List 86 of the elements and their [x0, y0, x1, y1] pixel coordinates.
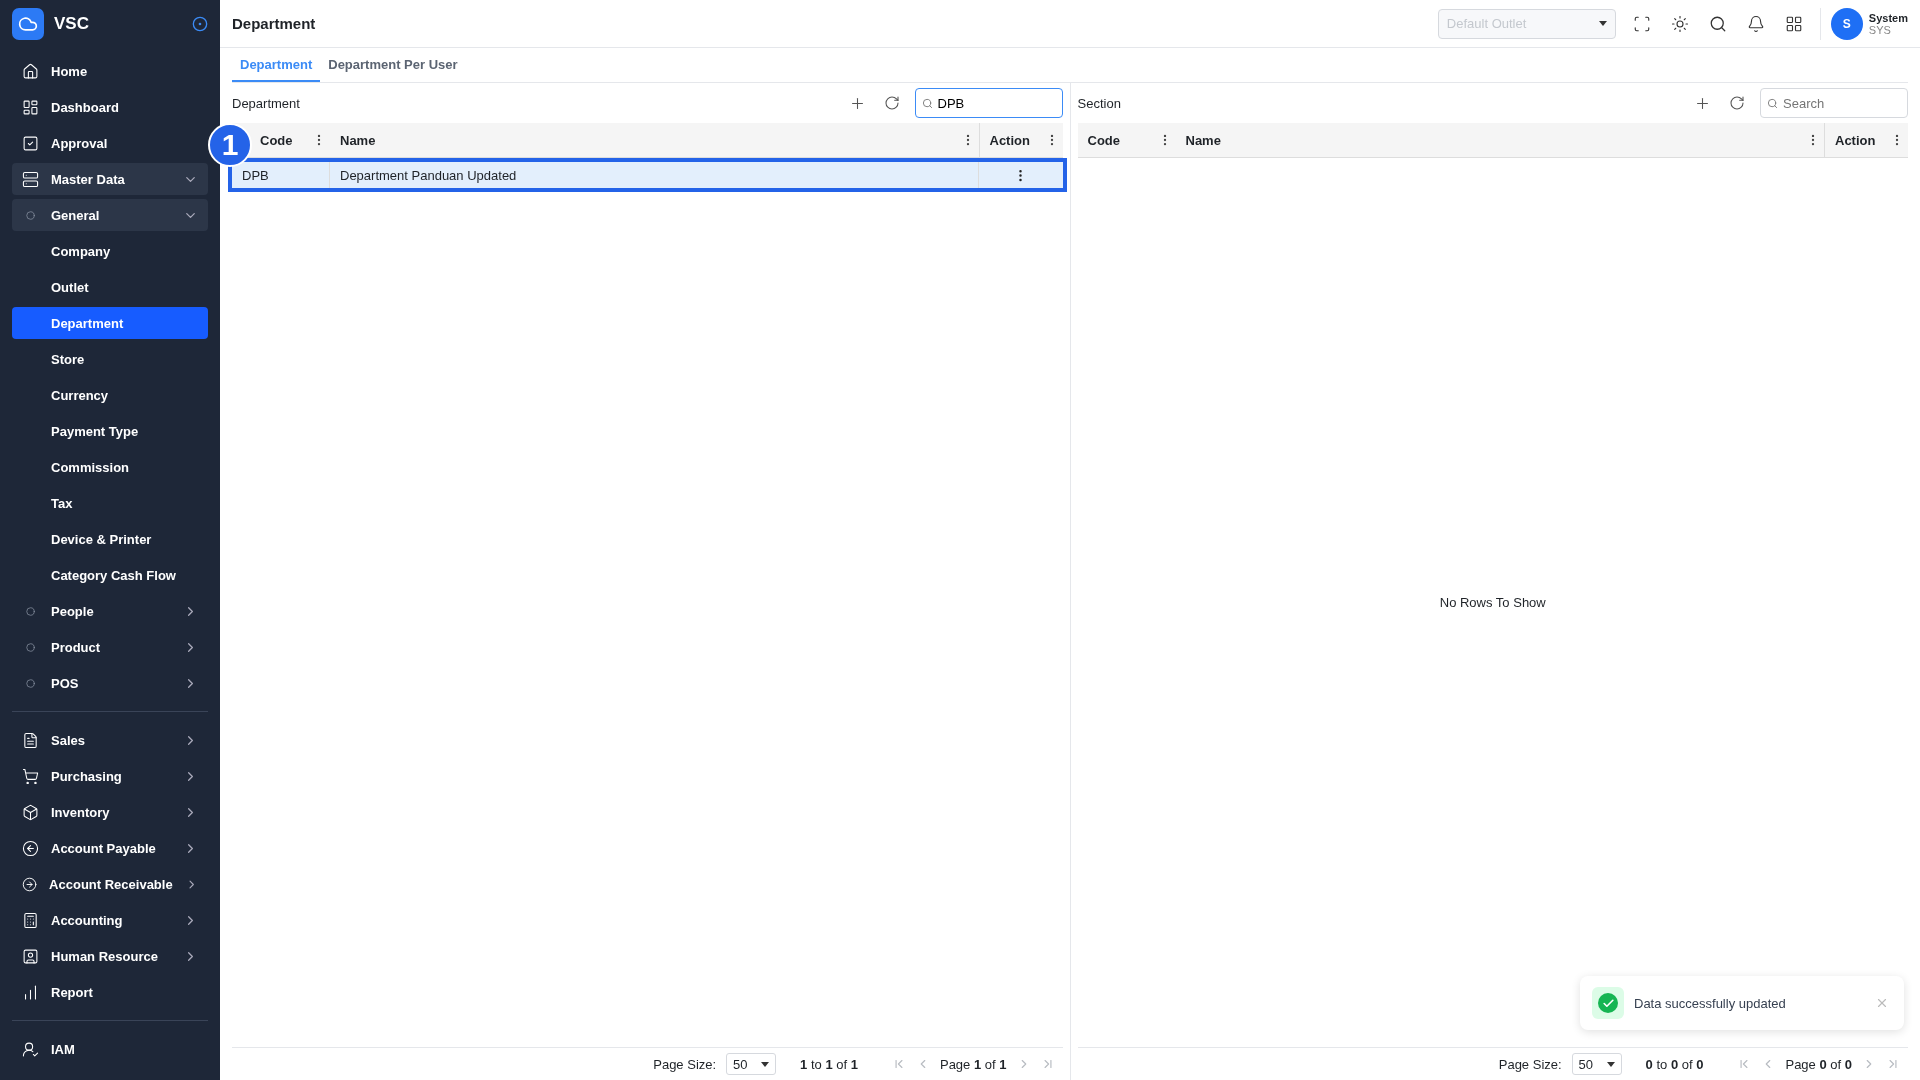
- user-avatar[interactable]: S: [1830, 7, 1863, 40]
- bell-icon: [1746, 14, 1765, 33]
- toast-message: Data successfully updated: [1634, 995, 1787, 1011]
- grid-icon: [1784, 14, 1803, 33]
- circle-icon: [26, 642, 35, 652]
- server-icon: [22, 170, 39, 188]
- user-code: SYS: [1868, 23, 1891, 36]
- column-header[interactable]: Name: [330, 123, 979, 157]
- circle-icon: [26, 678, 35, 688]
- sidebar-item[interactable]: Currency: [12, 379, 208, 411]
- page-indicator: Page 0 of 0: [1785, 1056, 1852, 1072]
- sidebar-item[interactable]: Department: [12, 307, 208, 339]
- sidebar-item[interactable]: Device & Printer: [12, 523, 208, 555]
- sidebar-item[interactable]: POS: [12, 667, 208, 699]
- sidebar-item[interactable]: Report: [12, 976, 208, 1008]
- caret-icon: [1606, 1061, 1615, 1067]
- user-name: System: [1868, 11, 1908, 24]
- panel-title: Section: [1077, 95, 1122, 111]
- sidebar-item[interactable]: Sales: [12, 724, 208, 756]
- sidebar-item[interactable]: Accounting: [12, 904, 208, 936]
- search-icon: [1767, 98, 1778, 109]
- sidebar-item[interactable]: Category Cash Flow: [12, 559, 208, 591]
- sidebar-item[interactable]: People: [12, 595, 208, 627]
- sidebar-item[interactable]: Tax: [12, 487, 208, 519]
- sidebar-item[interactable]: IAM: [12, 1033, 208, 1065]
- page-indicator: Page 1 of 1: [939, 1056, 1007, 1072]
- table-cell: Department Panduan Updated: [330, 162, 979, 188]
- sidebar-item[interactable]: Account Receivable: [12, 868, 208, 900]
- search-icon: [1708, 14, 1727, 33]
- page-size-select[interactable]: 50: [1571, 1053, 1622, 1075]
- sidebar-item[interactable]: Human Resource: [12, 940, 208, 972]
- sidebar-item[interactable]: Commission: [12, 451, 208, 483]
- sun-icon: [1670, 14, 1689, 33]
- panel-title: Department: [232, 95, 301, 111]
- sidebar-item[interactable]: Store: [12, 343, 208, 375]
- sidebar-item[interactable]: Dashboard: [12, 91, 208, 123]
- page-size-label: Page Size:: [1498, 1056, 1562, 1072]
- page-size-label: Page Size:: [653, 1056, 717, 1072]
- cloud-logo-icon: [12, 8, 44, 40]
- column-header[interactable]: Name: [1175, 123, 1824, 157]
- search-field[interactable]: Search: [1760, 88, 1908, 118]
- bar-chart-icon: [22, 983, 39, 1001]
- house-icon: [22, 62, 39, 80]
- sidebar-item[interactable]: Master Data: [12, 163, 208, 195]
- column-header[interactable]: Code: [1077, 123, 1176, 157]
- box-icon: [22, 803, 39, 821]
- page-size-select[interactable]: 50: [726, 1053, 777, 1075]
- sidebar-item[interactable]: Product: [12, 631, 208, 663]
- dashboard-icon: [22, 98, 39, 116]
- arrow-left-circle-icon: [22, 839, 39, 857]
- sidebar-item[interactable]: Payment Type: [12, 415, 208, 447]
- user-check-icon: [22, 1040, 39, 1058]
- row-range-text: 1 to 1 of 1: [800, 1056, 858, 1072]
- sidebar-item[interactable]: Outlet: [12, 271, 208, 303]
- sidebar-item[interactable]: Approval: [12, 127, 208, 159]
- sidebar-item[interactable]: Company: [12, 235, 208, 267]
- close-icon: [1875, 996, 1889, 1010]
- calculator-icon: [22, 911, 39, 929]
- person-card-icon: [22, 947, 39, 965]
- page-title: Department: [232, 15, 317, 32]
- refresh-icon: [1729, 95, 1745, 111]
- refresh-icon: [883, 95, 900, 111]
- fullscreen-icon: [1632, 14, 1651, 33]
- cart-icon: [22, 767, 39, 785]
- search-field[interactable]: DPB: [914, 88, 1063, 118]
- sidebar-item[interactable]: Inventory: [12, 796, 208, 828]
- checkbox-icon: [22, 134, 39, 152]
- row-range-text: 0 to 0 of 0: [1645, 1056, 1704, 1072]
- last-page-icon: [1886, 1057, 1900, 1071]
- app-name: VSC: [54, 14, 90, 34]
- success-check-icon: [1592, 987, 1624, 1019]
- search-icon: [921, 98, 933, 109]
- column-header[interactable]: Action: [1824, 123, 1908, 157]
- document-icon: [22, 731, 39, 749]
- sidebar-item[interactable]: General: [12, 199, 208, 231]
- column-header[interactable]: Action: [978, 123, 1063, 157]
- empty-message: No Rows To Show: [1439, 595, 1546, 610]
- tab[interactable]: Department Per User: [320, 48, 466, 82]
- circle-icon: [26, 210, 35, 220]
- sidebar-item[interactable]: Home: [12, 55, 208, 87]
- sidebar-item[interactable]: Purchasing: [12, 760, 208, 792]
- caret-icon: [761, 1061, 770, 1067]
- arrow-right-circle-icon: [22, 875, 38, 893]
- caret-icon: [1598, 21, 1607, 26]
- sidebar-item[interactable]: Account Payable: [12, 832, 208, 864]
- circle-icon: [26, 606, 35, 616]
